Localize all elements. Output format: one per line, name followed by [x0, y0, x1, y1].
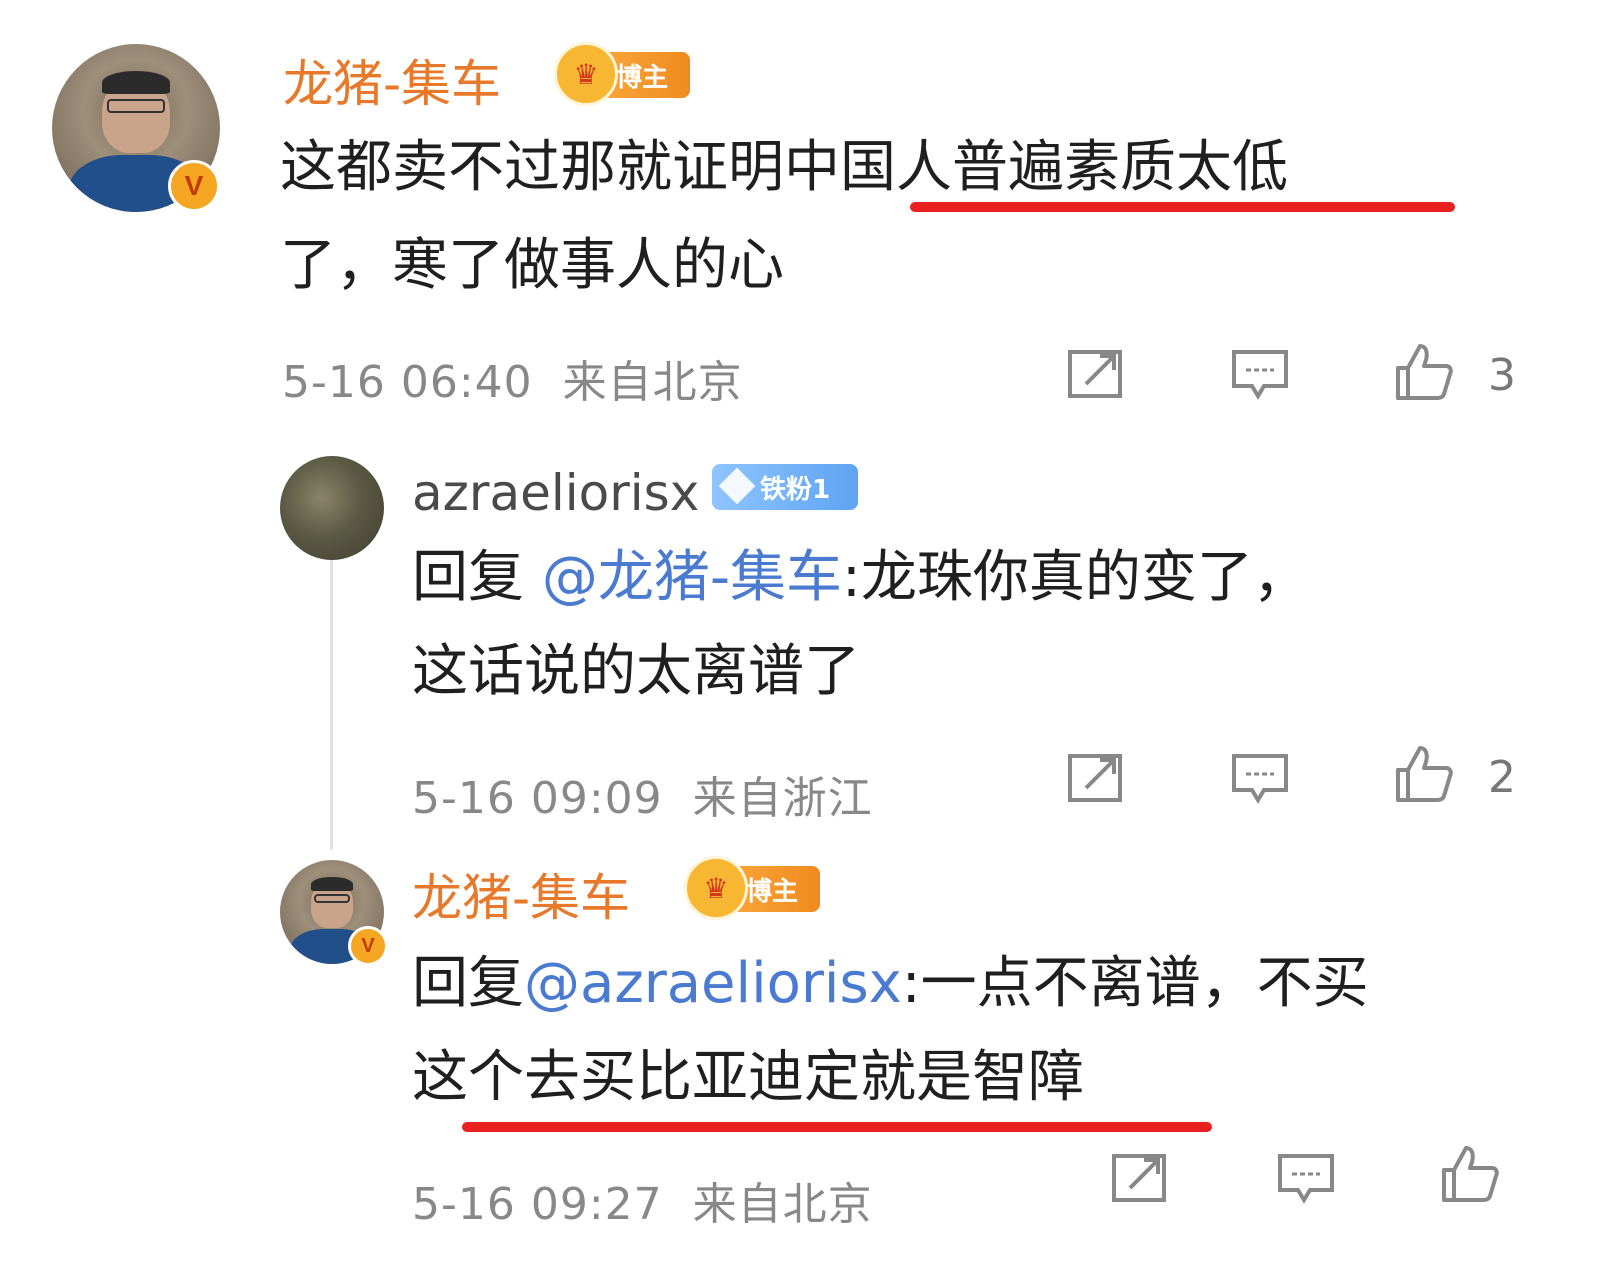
share-icon[interactable] [1110, 1150, 1170, 1206]
mention-link[interactable]: @龙猪-集车 [542, 545, 842, 610]
reply-item: V 龙猪-集车 ♛ 博主 回复@azraeliorisx:一点不离谱，不买 这个… [0, 850, 1603, 1270]
username[interactable]: azraeliorisx [412, 464, 699, 522]
thumbs-up-icon[interactable] [1392, 340, 1456, 404]
comment-item: V 龙猪-集车 ♛ 博主 这都卖不过那就证明中国人普遍素质太低 了，寒了做事人的… [0, 0, 1603, 420]
share-icon[interactable] [1066, 346, 1126, 402]
comment-meta: 5-16 09:09 来自浙江 [412, 762, 873, 826]
comment-text-line2: 了，寒了做事人的心 [280, 233, 784, 298]
location: 来自北京 [562, 357, 743, 408]
like-count: 3 [1488, 350, 1516, 401]
username[interactable]: 龙猪-集车 [283, 44, 501, 116]
thumbs-up-icon[interactable] [1392, 742, 1456, 806]
blogger-tag: ♛ 博主 [684, 856, 820, 920]
timestamp: 5-16 06:40 [282, 357, 533, 408]
verified-v-icon: V [168, 160, 220, 212]
comment-icon[interactable] [1230, 346, 1290, 402]
fan-tag: 铁粉1 [712, 464, 858, 510]
reply-text-line2: 这个去买比亚迪定就是智障 [412, 1045, 1084, 1110]
blogger-tag: ♛ 博主 [554, 42, 690, 106]
comment-icon[interactable] [1230, 750, 1290, 806]
red-underline-annotation [910, 202, 1455, 212]
thumbs-up-icon[interactable] [1438, 1142, 1502, 1206]
location: 来自浙江 [692, 773, 873, 824]
verified-v-icon: V [348, 926, 388, 966]
location: 来自北京 [692, 1179, 873, 1230]
diamond-icon [718, 467, 756, 505]
comment-meta: 5-16 06:40 来自北京 [282, 346, 743, 410]
comment-icon[interactable] [1276, 1150, 1336, 1206]
crown-icon: ♛ [554, 42, 618, 106]
avatar[interactable] [280, 456, 384, 560]
timestamp: 5-16 09:27 [412, 1179, 663, 1230]
username[interactable]: 龙猪-集车 [412, 858, 630, 930]
red-underline-annotation [462, 1122, 1212, 1132]
comment-text-line1: 这都卖不过那就证明中国人普遍素质太低 [280, 135, 1288, 200]
like-count: 2 [1488, 752, 1516, 803]
crown-icon: ♛ [684, 856, 748, 920]
comment-meta: 5-16 09:27 来自北京 [412, 1168, 873, 1232]
reply-item: azraeliorisx 铁粉1 回复 @龙猪-集车:龙珠你真的变了， 这话说的… [0, 440, 1603, 840]
reply-text-line2: 这话说的太离谱了 [412, 639, 860, 704]
timestamp: 5-16 09:09 [412, 773, 663, 824]
reply-text-line1: 回复 @龙猪-集车:龙珠你真的变了， [412, 545, 1309, 610]
share-icon[interactable] [1066, 750, 1126, 806]
reply-text-line1: 回复@azraeliorisx:一点不离谱，不买 [412, 951, 1369, 1016]
mention-link[interactable]: @azraeliorisx [524, 951, 902, 1016]
